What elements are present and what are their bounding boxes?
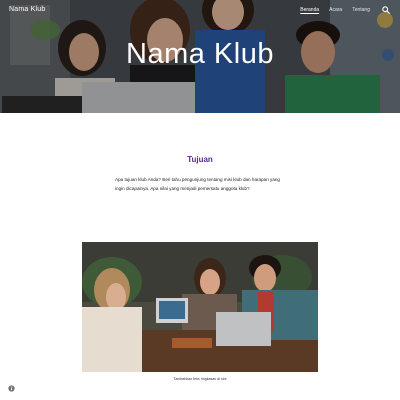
hero-banner: Nama Klub Beranda Acara Tentang Nama Klu… <box>0 0 400 113</box>
top-navigation: Beranda Acara Tentang <box>300 6 390 14</box>
hero-title: Nama Klub <box>126 38 274 70</box>
photo-caption: Tambahkan teks ringkasan di sini <box>173 377 227 381</box>
site-name-link[interactable]: Nama Klub <box>9 6 45 13</box>
search-icon[interactable] <box>382 6 390 14</box>
nav-item-events[interactable]: Acara <box>329 7 342 13</box>
purpose-heading: Tujuan <box>187 155 213 164</box>
purpose-text: Apa tujuan klub Anda? Beri tahu pengunju… <box>115 177 280 191</box>
club-photo <box>82 242 318 372</box>
club-photo-image <box>82 242 318 372</box>
info-icon[interactable] <box>8 385 15 392</box>
nav-item-home[interactable]: Beranda <box>300 7 319 13</box>
nav-item-about[interactable]: Tentang <box>352 7 370 13</box>
